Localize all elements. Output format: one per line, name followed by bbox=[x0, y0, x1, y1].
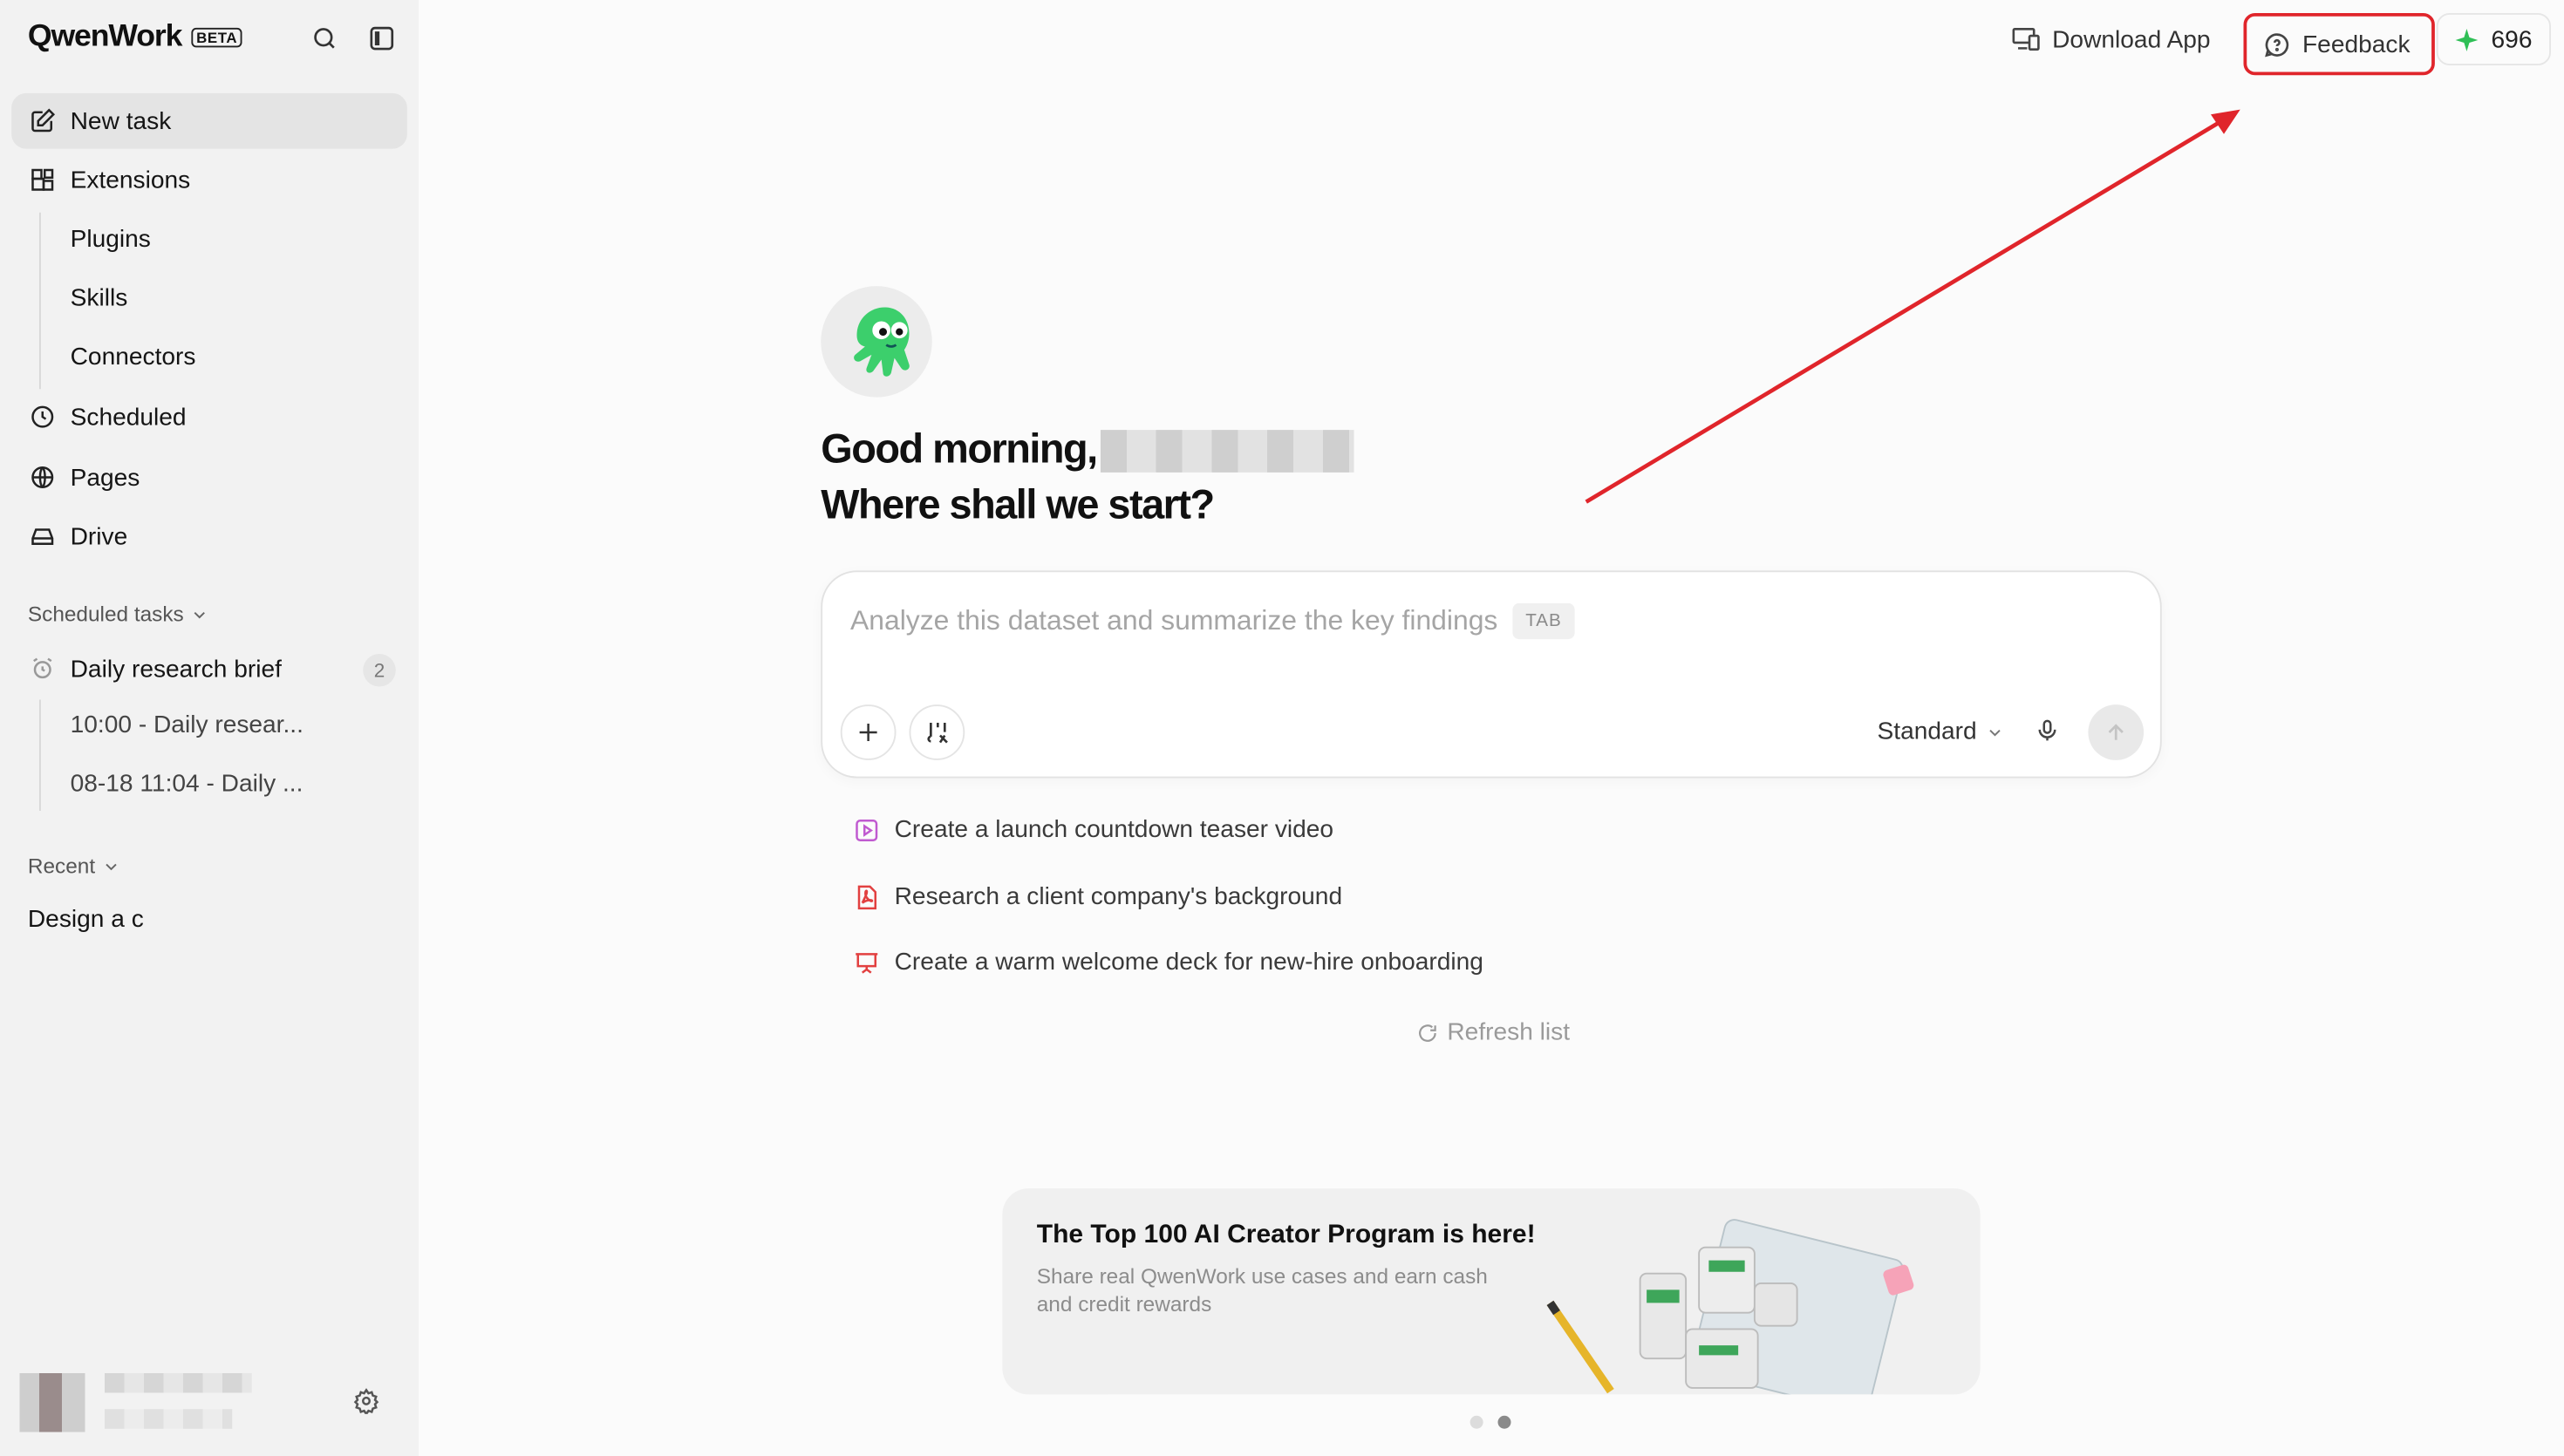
nav-label: Scheduled bbox=[70, 403, 187, 432]
tools-button[interactable] bbox=[909, 704, 965, 760]
recent-header[interactable]: Recent bbox=[28, 854, 119, 878]
video-icon bbox=[856, 819, 878, 841]
mascot-avatar bbox=[821, 286, 932, 398]
refresh-label: Refresh list bbox=[1447, 1018, 1571, 1046]
scheduled-tasks-header[interactable]: Scheduled tasks bbox=[28, 602, 208, 626]
download-app-label: Download App bbox=[2052, 25, 2211, 53]
add-attachment-button[interactable] bbox=[840, 704, 897, 760]
greeting-subtitle: Where shall we start? bbox=[821, 482, 1215, 528]
chevron-down-icon bbox=[1989, 729, 2001, 736]
devices-icon bbox=[2012, 28, 2040, 51]
task-count-badge: 2 bbox=[363, 654, 396, 687]
nav-extensions[interactable]: Extensions bbox=[11, 152, 407, 208]
arrow-up-icon bbox=[2108, 724, 2124, 740]
nav-plugins[interactable]: Plugins bbox=[71, 226, 151, 254]
search-icon[interactable] bbox=[309, 23, 338, 52]
user-name-redacted bbox=[1100, 430, 1354, 473]
chevron-down-icon bbox=[194, 611, 206, 618]
suggestion-item[interactable]: Research a client company's background bbox=[854, 882, 1343, 911]
banner-illustration bbox=[1546, 1219, 1914, 1395]
greeting: Good morning, Where shall we start? bbox=[821, 422, 1354, 534]
task-run-item[interactable]: 10:00 - Daily resear... bbox=[71, 711, 303, 739]
nav-drive[interactable]: Drive bbox=[11, 508, 407, 564]
sparkle-icon bbox=[2456, 28, 2479, 51]
suggestion-text: Create a launch countdown teaser video bbox=[894, 815, 1334, 844]
suggestion-item[interactable]: Create a warm welcome deck for new-hire … bbox=[854, 949, 1483, 976]
feedback-label: Feedback bbox=[2302, 30, 2411, 58]
scheduled-task-title: Daily research brief bbox=[70, 654, 282, 683]
refresh-list-button[interactable]: Refresh list bbox=[1416, 1018, 1570, 1046]
prompt-input[interactable]: Analyze this dataset and summarize the k… bbox=[850, 602, 1575, 640]
send-button[interactable] bbox=[2088, 704, 2145, 760]
promo-banner[interactable]: The Top 100 AI Creator Program is here! … bbox=[1002, 1188, 1981, 1395]
scheduled-task-item[interactable]: Daily research brief bbox=[11, 641, 407, 697]
sidebar-toggle-icon[interactable] bbox=[366, 23, 396, 52]
composer: Analyze this dataset and summarize the k… bbox=[821, 570, 2162, 779]
task-run-item[interactable]: 08-18 11:04 - Daily ... bbox=[71, 770, 303, 798]
credits-count: 696 bbox=[2491, 25, 2533, 53]
suggestion-text: Create a warm welcome deck for new-hire … bbox=[894, 948, 1483, 976]
globe-icon bbox=[28, 464, 56, 492]
clock-icon bbox=[28, 403, 56, 431]
mode-select[interactable]: Standard bbox=[1878, 718, 2003, 745]
user-email-redacted bbox=[105, 1409, 233, 1429]
nav-skills[interactable]: Skills bbox=[71, 284, 128, 312]
suggestion-text: Research a client company's background bbox=[894, 882, 1343, 911]
banner-text: Share real QwenWork use cases and earn c… bbox=[1036, 1263, 1488, 1317]
section-label-text: Scheduled tasks bbox=[27, 602, 184, 627]
recent-item[interactable]: Design a c bbox=[28, 906, 144, 934]
carousel-dot-1[interactable] bbox=[1470, 1415, 1483, 1429]
pdf-icon bbox=[857, 884, 876, 909]
nav-new-task[interactable]: New task bbox=[11, 92, 407, 149]
feedback-icon bbox=[2265, 32, 2289, 57]
nav-label: New task bbox=[70, 106, 172, 135]
nav-label: Drive bbox=[70, 522, 128, 550]
chevron-down-icon bbox=[106, 862, 118, 870]
prompt-placeholder: Analyze this dataset and summarize the k… bbox=[850, 604, 1498, 636]
greeting-text: Good morning, bbox=[821, 426, 1098, 473]
drive-icon bbox=[28, 522, 56, 550]
nav-label: Extensions bbox=[70, 166, 191, 194]
user-name-redacted bbox=[105, 1373, 252, 1393]
settings-gear-icon[interactable] bbox=[351, 1386, 381, 1416]
tools-icon bbox=[926, 722, 947, 743]
nav-connectors[interactable]: Connectors bbox=[71, 344, 196, 371]
download-app-button[interactable]: Download App bbox=[2011, 17, 2211, 63]
beta-badge: BETA bbox=[191, 27, 242, 48]
nav-pages[interactable]: Pages bbox=[11, 450, 407, 506]
sidebar: QwenWork BETA New task Extensions Plugin… bbox=[0, 0, 419, 1456]
edit-icon bbox=[28, 107, 56, 135]
app-name: QwenWork bbox=[27, 19, 183, 54]
section-label-text: Recent bbox=[27, 853, 96, 878]
plus-icon bbox=[859, 724, 877, 741]
presentation-icon bbox=[856, 952, 878, 973]
mode-label: Standard bbox=[1877, 718, 1977, 745]
nav-label: Pages bbox=[70, 463, 140, 492]
tree-line bbox=[39, 212, 41, 390]
feedback-button[interactable]: Feedback bbox=[2243, 13, 2435, 76]
extensions-icon bbox=[28, 166, 56, 194]
avatar[interactable] bbox=[19, 1373, 85, 1432]
carousel-dot-2[interactable] bbox=[1497, 1415, 1511, 1429]
credits-button[interactable]: 696 bbox=[2436, 13, 2551, 65]
nav-scheduled[interactable]: Scheduled bbox=[11, 389, 407, 445]
banner-title: The Top 100 AI Creator Program is here! bbox=[1036, 1221, 1536, 1249]
tree-line bbox=[39, 699, 41, 811]
alarm-icon bbox=[28, 655, 56, 683]
suggestion-item[interactable]: Create a launch countdown teaser video bbox=[854, 816, 1333, 844]
app-logo[interactable]: QwenWork BETA bbox=[28, 20, 242, 56]
refresh-icon bbox=[1419, 1024, 1436, 1041]
tab-key-hint: TAB bbox=[1512, 602, 1575, 640]
microphone-icon[interactable] bbox=[2035, 718, 2061, 752]
